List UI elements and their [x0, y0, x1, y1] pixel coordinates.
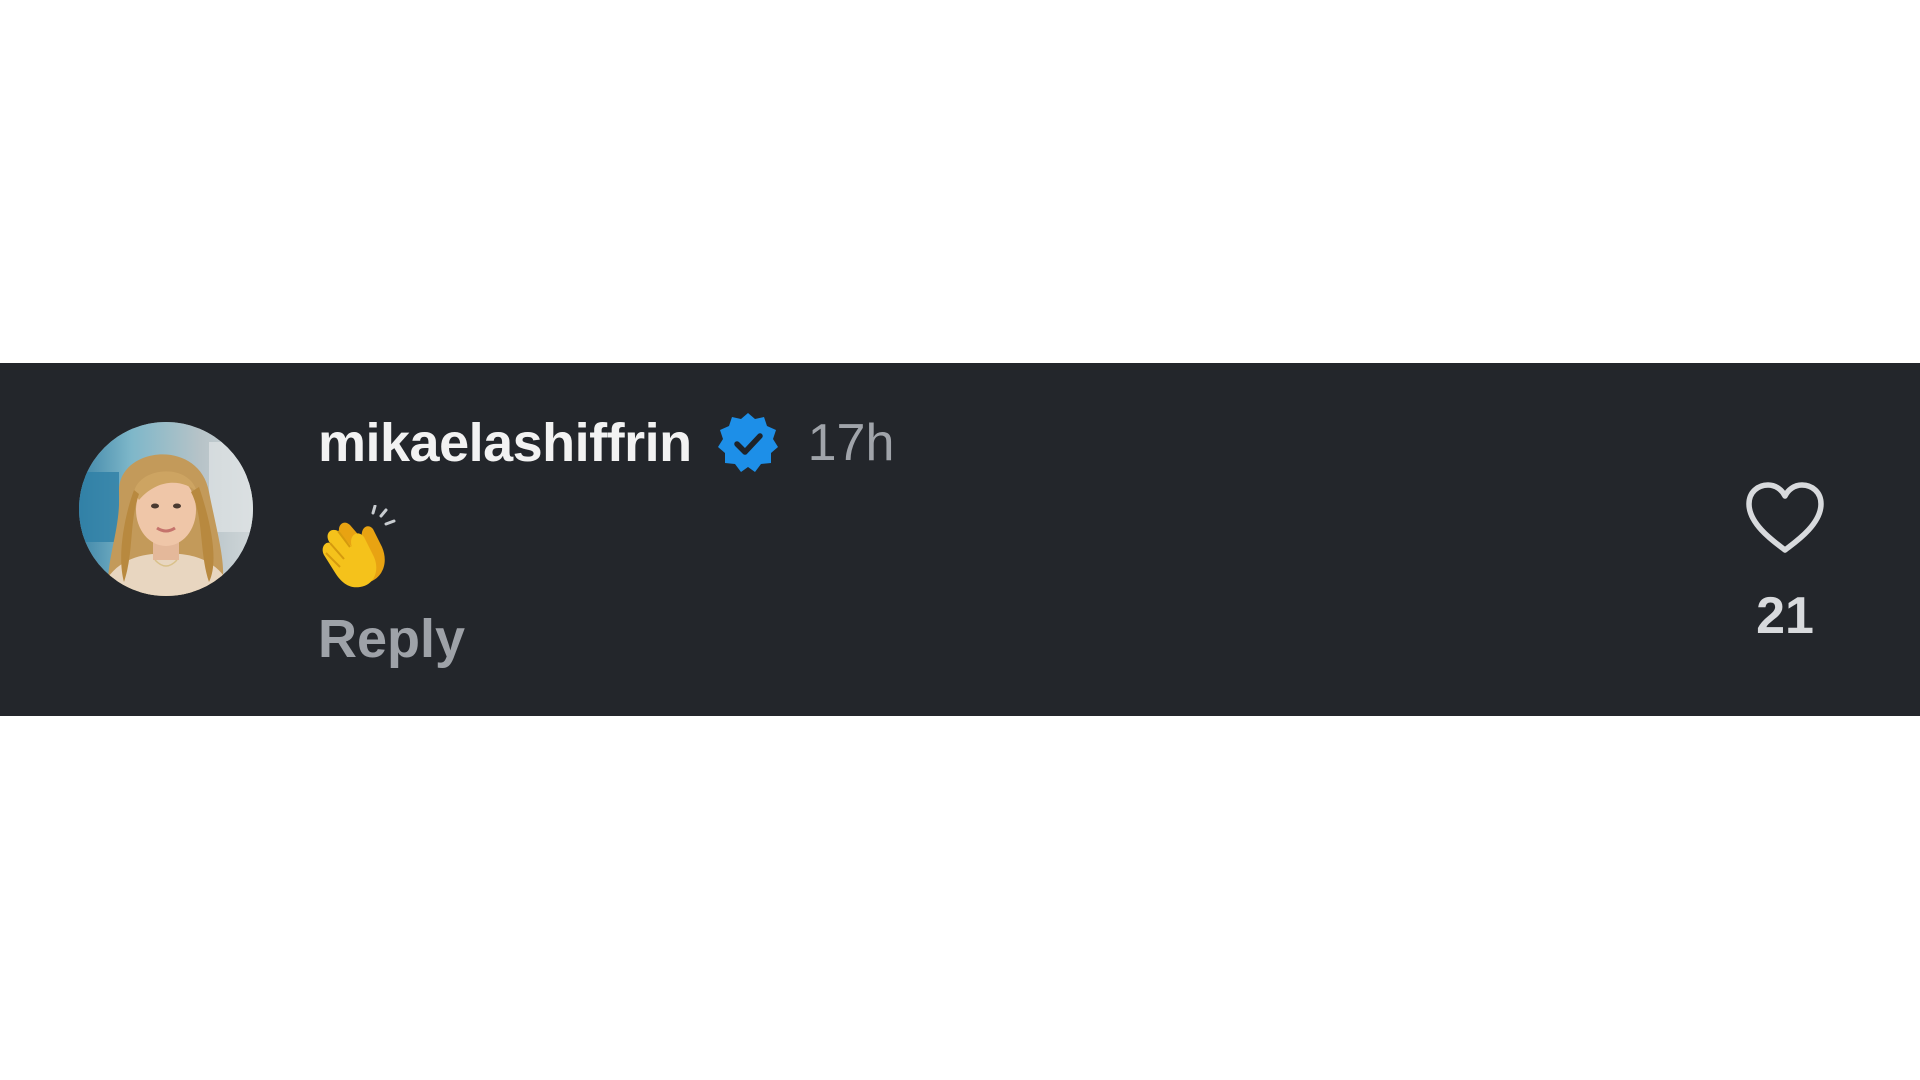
like-button[interactable] — [1745, 482, 1825, 554]
clapping-hands-icon — [322, 504, 396, 588]
comment-body: 👏 — [318, 504, 402, 589]
page: mikaelashiffrin 17h 👏 Reply — [0, 0, 1920, 1080]
avatar-photo — [79, 422, 253, 596]
comment-header: mikaelashiffrin 17h — [318, 410, 894, 476]
avatar[interactable] — [79, 422, 253, 596]
username[interactable]: mikaelashiffrin — [318, 416, 692, 470]
heart-outline-icon — [1746, 482, 1824, 553]
comment-row — [0, 363, 1920, 716]
like-group: 21 — [1740, 480, 1830, 650]
reply-button[interactable]: Reply — [318, 612, 465, 666]
timestamp: 17h — [807, 414, 895, 472]
like-count: 21 — [1756, 587, 1814, 645]
verified-badge-icon — [716, 411, 780, 475]
